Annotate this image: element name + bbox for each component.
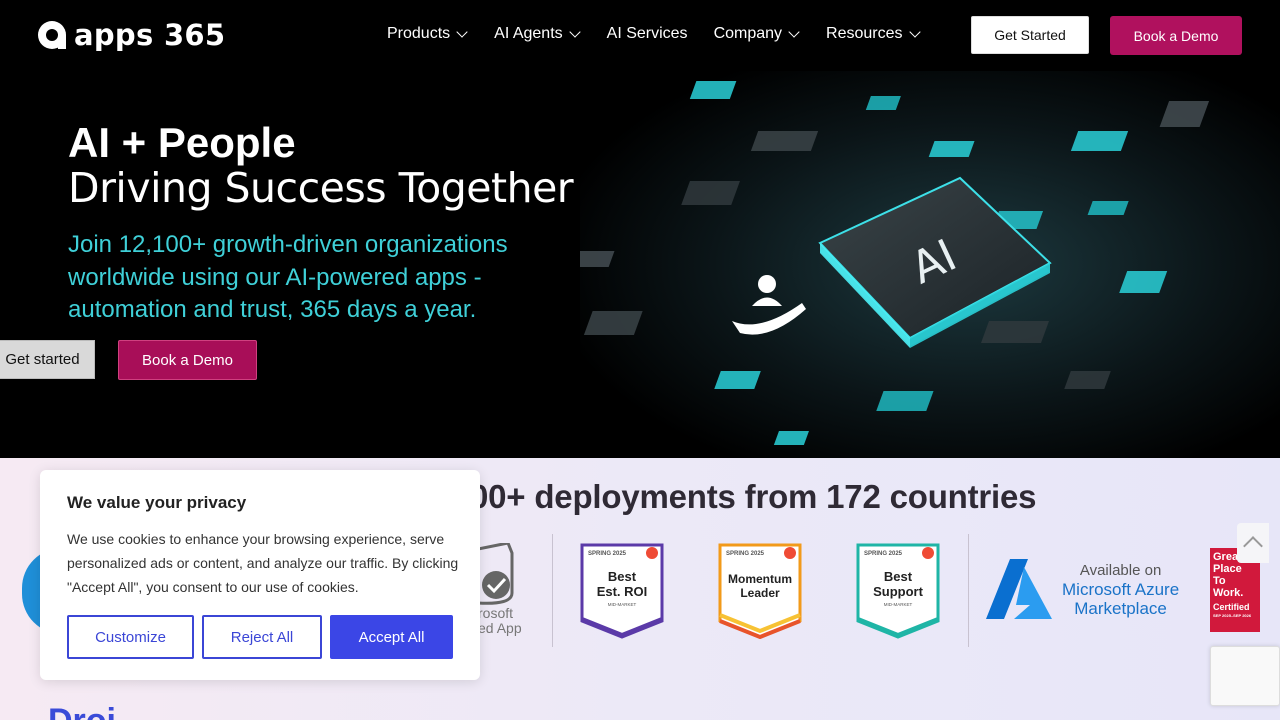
- cookie-accept-button[interactable]: Accept All: [330, 615, 453, 659]
- logo-text: apps 365: [74, 18, 226, 52]
- badge-line2: Leader: [740, 586, 780, 600]
- hero-description: Join 12,100+ growth-driven organizations…: [68, 231, 508, 323]
- g2-best-support-badge: SPRING 2025 Best Support MID-MARKET: [856, 543, 940, 639]
- menu-products[interactable]: Products: [387, 25, 468, 43]
- menu-company[interactable]: Company: [713, 25, 800, 43]
- cookie-body: We use cookies to enhance your browsing …: [67, 531, 459, 595]
- chevron-up-icon: [1243, 536, 1263, 556]
- badge-season: SPRING 2025: [588, 551, 627, 557]
- main-menu: Products AI Agents AI Services Company R…: [387, 25, 921, 43]
- badge-season: SPRING 2025: [864, 551, 903, 557]
- ai-chip-illustration: AI: [580, 71, 1280, 458]
- next-section-heading: Droi: [48, 702, 116, 720]
- gptw-date: SEP 2025–SEP 2026: [1213, 613, 1252, 618]
- badge-line2: Support: [873, 584, 923, 599]
- scroll-to-top-button[interactable]: [1237, 523, 1269, 563]
- cookie-reject-button[interactable]: Reject All: [202, 615, 322, 659]
- badge-season: SPRING 2025: [726, 551, 765, 557]
- hero-section: AI AI + People Driving Success Together …: [0, 71, 1280, 458]
- chevron-down-icon: [788, 26, 800, 38]
- hero-title: AI + People: [68, 119, 296, 166]
- menu-label: Products: [387, 25, 451, 42]
- cookie-customize-button[interactable]: Customize: [67, 615, 194, 659]
- deployments-heading: 00+ deployments from 172 countries: [470, 478, 1037, 515]
- cookie-title: We value your privacy: [67, 493, 247, 512]
- badge-segment: MID-MARKET: [608, 602, 637, 607]
- gptw-line: Place: [1213, 563, 1242, 575]
- ms-text-line: ed App: [478, 620, 522, 636]
- divider: [968, 534, 969, 647]
- menu-label: Resources: [826, 25, 903, 42]
- cookie-consent-banner: We value your privacy We use cookies to …: [40, 470, 480, 680]
- menu-ai-agents[interactable]: AI Agents: [494, 25, 581, 43]
- divider: [552, 534, 553, 647]
- menu-label: AI Agents: [494, 25, 563, 42]
- hero-book-demo-button[interactable]: Book a Demo: [118, 340, 257, 380]
- hero-get-started-button[interactable]: Get started: [0, 340, 95, 379]
- azure-available-on: Available on: [1079, 561, 1162, 579]
- menu-resources[interactable]: Resources: [826, 25, 921, 43]
- apps365-logo[interactable]: apps 365: [38, 18, 225, 52]
- gptw-certified: Certified: [1213, 602, 1250, 612]
- book-demo-button[interactable]: Book a Demo: [1110, 16, 1242, 55]
- ms-text-line: rosoft: [478, 605, 514, 621]
- logo-icon: [38, 21, 66, 49]
- top-navigation: apps 365 Products AI Agents AI Services …: [0, 0, 1280, 71]
- badge-line1: Best: [608, 569, 637, 584]
- g2-best-roi-badge: SPRING 2025 Best Est. ROI MID-MARKET: [580, 543, 664, 639]
- menu-label: AI Services: [606, 25, 688, 42]
- menu-label: Company: [713, 25, 783, 42]
- recaptcha-widget[interactable]: [1210, 646, 1280, 706]
- badge-line1: Momentum: [728, 572, 792, 586]
- chevron-down-icon: [568, 26, 581, 38]
- azure-line3: Marketplace: [1074, 598, 1167, 618]
- hero-subtitle: Driving Success Together: [68, 164, 574, 212]
- gptw-line: Work.: [1213, 587, 1244, 599]
- get-started-button[interactable]: Get Started: [971, 16, 1089, 54]
- azure-line2: Microsoft Azure: [1062, 579, 1180, 599]
- microsoft-certified-text: rosoft ed App: [478, 606, 522, 636]
- badge-line1: Best: [884, 569, 913, 584]
- chevron-down-icon: [908, 26, 921, 38]
- badge-line2: Est. ROI: [597, 584, 648, 599]
- badge-segment: MID-MARKET: [884, 602, 913, 607]
- g2-momentum-leader-badge: SPRING 2025 Momentum Leader: [718, 543, 802, 639]
- chevron-down-icon: [456, 26, 468, 38]
- menu-ai-services[interactable]: AI Services: [607, 25, 688, 43]
- gptw-line: To: [1213, 575, 1226, 587]
- azure-marketplace-badge: Available on Microsoft Azure Marketplace: [986, 559, 1179, 619]
